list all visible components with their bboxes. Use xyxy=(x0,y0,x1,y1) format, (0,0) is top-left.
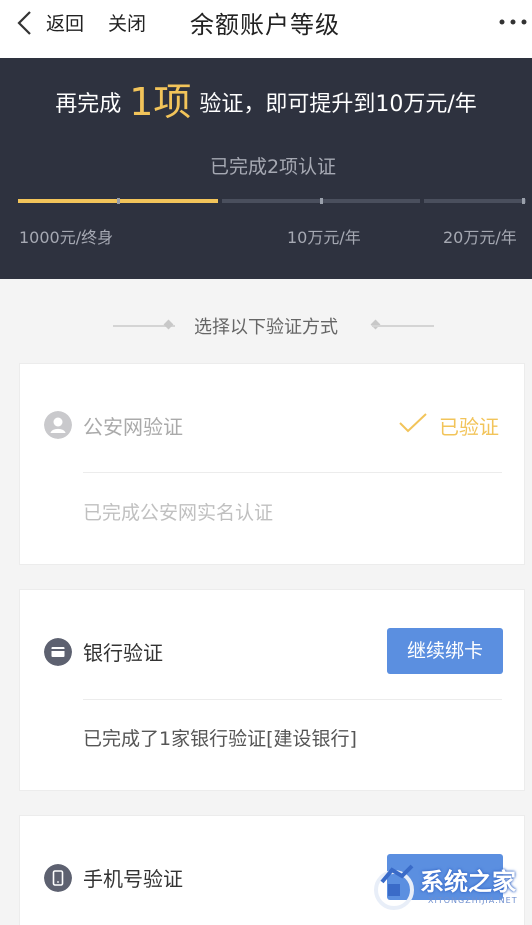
phone-icon xyxy=(44,864,72,892)
watermark-subtext: XITONGZHIJIA.NET xyxy=(428,896,518,905)
verification-name: 公安网验证 xyxy=(83,415,183,439)
verification-detail: 已完成公安网实名认证 xyxy=(83,502,274,524)
check-icon xyxy=(399,413,427,433)
progress-tick-2 xyxy=(320,198,323,204)
user-icon xyxy=(44,411,72,439)
prompt-suffix: 验证，即可提升到10万元/年 xyxy=(199,92,477,117)
nav-bar: 返回 关闭 余额账户等级 xyxy=(0,0,532,58)
tier-label-1: 1000元/终身 xyxy=(19,228,114,247)
tier-label-2: 10万元/年 xyxy=(287,228,361,247)
bank-verification-card: 银行验证 继续绑卡 已完成了1家银行验证[建设银行] xyxy=(19,589,525,791)
watermark: 系统之家 XITONGZHIJIA.NET xyxy=(368,858,532,914)
progress-tick-3 xyxy=(522,198,525,204)
watermark-logo xyxy=(374,864,414,910)
completed-status: 已完成2项认证 xyxy=(209,156,337,178)
level-header: 再完成 1项 验证，即可提升到10万元/年 已完成2项认证 1000元/终身 10万… xyxy=(0,58,532,279)
bank-card-icon xyxy=(44,638,72,666)
back-button[interactable]: 返回 xyxy=(46,9,84,36)
upgrade-prompt: 再完成 1项 验证，即可提升到10万元/年 xyxy=(0,71,532,126)
prompt-prefix: 再完成 xyxy=(55,92,122,117)
close-button[interactable]: 关闭 xyxy=(108,9,146,36)
progress-segment-3 xyxy=(424,199,526,203)
page-title: 余额账户等级 xyxy=(190,11,340,39)
verification-name: 手机号验证 xyxy=(83,867,183,891)
verification-name: 银行验证 xyxy=(83,641,163,665)
watermark-text: 系统之家 xyxy=(420,868,516,896)
back-icon[interactable] xyxy=(14,10,38,36)
tier-label-3: 20万元/年 xyxy=(443,228,517,247)
verification-detail: 已完成了1家银行验证[建设银行] xyxy=(83,728,357,750)
police-verification-card[interactable]: 公安网验证 已验证 已完成公安网实名认证 xyxy=(19,363,525,565)
progress-tick-1 xyxy=(117,198,120,204)
remaining-count: 1项 xyxy=(129,80,192,124)
card-divider xyxy=(83,699,502,700)
verified-badge: 已验证 xyxy=(439,415,499,439)
continue-bind-card-button[interactable]: 继续绑卡 xyxy=(387,628,503,674)
more-icon[interactable] xyxy=(498,18,528,26)
level-progress-bar xyxy=(18,198,526,204)
section-title: 选择以下验证方式 xyxy=(194,317,338,338)
divider-right xyxy=(372,325,434,327)
card-divider xyxy=(83,472,502,473)
